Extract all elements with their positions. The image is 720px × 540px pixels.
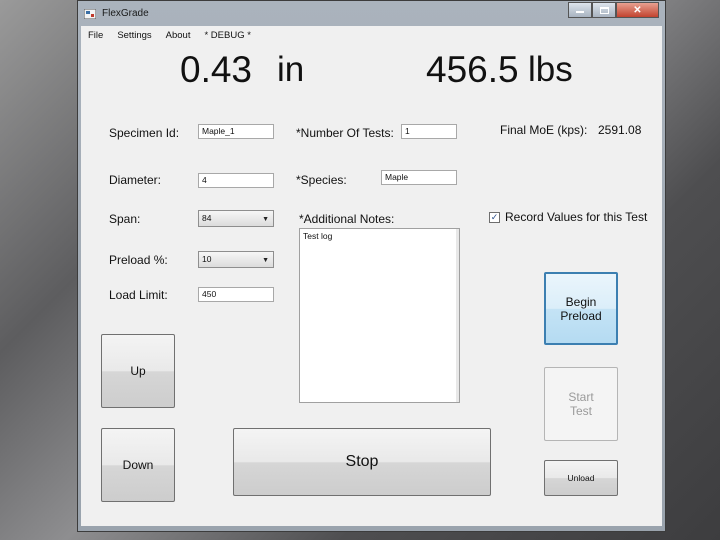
load-limit-label: Load Limit:	[109, 288, 168, 302]
record-values-label: Record Values for this Test	[505, 210, 648, 224]
close-icon: ✕	[633, 4, 642, 16]
num-tests-field[interactable]: 1	[401, 124, 457, 139]
notes-scrollbar[interactable]	[456, 229, 459, 402]
load-value: 456.5	[426, 49, 519, 90]
notes-text: Test log	[303, 231, 333, 241]
record-values-checkbox[interactable]: ✓	[489, 212, 500, 223]
species-field[interactable]: Maple	[381, 170, 457, 185]
unload-button[interactable]: Unload	[544, 460, 618, 496]
maximize-icon	[599, 6, 609, 14]
load-limit-field[interactable]: 450	[198, 287, 274, 302]
begin-preload-label: Begin Preload	[560, 295, 601, 323]
start-test-line2: Test	[569, 404, 592, 418]
notes-textarea[interactable]: Test log	[299, 228, 460, 403]
start-test-line1: Start	[568, 390, 594, 404]
preload-value: 10	[202, 254, 212, 264]
displacement-unit: in	[277, 50, 305, 89]
stop-button[interactable]: Stop	[233, 428, 491, 496]
diameter-label: Diameter:	[109, 173, 162, 187]
num-tests-label: *Number Of Tests:	[296, 126, 394, 140]
stop-button-label: Stop	[345, 453, 379, 470]
span-dropdown[interactable]: 84 ▼	[198, 210, 274, 227]
down-button-label: Down	[122, 458, 154, 472]
minimize-button[interactable]	[568, 2, 592, 18]
minimize-icon	[576, 11, 584, 13]
app-window: FlexGrade ✕ File Settings About * DEBUG …	[77, 0, 666, 532]
menu-file[interactable]: File	[81, 30, 110, 41]
species-label: *Species:	[296, 173, 347, 187]
notes-label: *Additional Notes:	[299, 212, 395, 226]
title-bar[interactable]: FlexGrade ✕	[78, 1, 665, 27]
diameter-field[interactable]: 4	[198, 173, 274, 188]
displacement-value: 0.43	[180, 49, 253, 90]
specimen-id-field[interactable]: Maple_1	[198, 124, 274, 139]
up-button-label: Up	[130, 364, 146, 378]
up-button[interactable]: Up	[101, 334, 175, 408]
final-moe-value: 2591.08	[598, 123, 642, 137]
start-test-label: Start Test	[568, 390, 593, 418]
load-unit: lbs	[528, 50, 573, 89]
menu-bar: File Settings About * DEBUG *	[81, 26, 662, 44]
check-icon: ✓	[490, 212, 499, 222]
menu-debug[interactable]: * DEBUG *	[197, 30, 257, 41]
close-button[interactable]: ✕	[616, 2, 659, 18]
chevron-down-icon: ▼	[262, 257, 269, 264]
start-test-button[interactable]: Start Test	[544, 367, 618, 441]
final-moe-label: Final MoE (kps):	[500, 123, 588, 137]
begin-preload-line2: Preload	[560, 308, 602, 323]
unload-button-label: Unload	[567, 473, 595, 483]
menu-about[interactable]: About	[159, 30, 198, 41]
chevron-down-icon: ▼	[262, 216, 269, 223]
preload-label: Preload %:	[109, 253, 168, 267]
down-button[interactable]: Down	[101, 428, 175, 502]
span-label: Span:	[109, 212, 141, 226]
preload-dropdown[interactable]: 10 ▼	[198, 251, 274, 268]
window-title: FlexGrade	[102, 8, 149, 19]
main-panel: 0.43 in 456.5 lbs Specimen Id: Maple_1 D…	[81, 44, 662, 526]
window-controls: ✕	[568, 2, 659, 19]
begin-preload-line1: Begin	[565, 294, 597, 309]
begin-preload-button[interactable]: Begin Preload	[544, 272, 618, 345]
maximize-button[interactable]	[592, 2, 616, 18]
app-icon	[84, 9, 96, 19]
span-value: 84	[202, 213, 212, 223]
menu-settings[interactable]: Settings	[110, 30, 158, 41]
specimen-id-label: Specimen Id:	[109, 126, 180, 140]
